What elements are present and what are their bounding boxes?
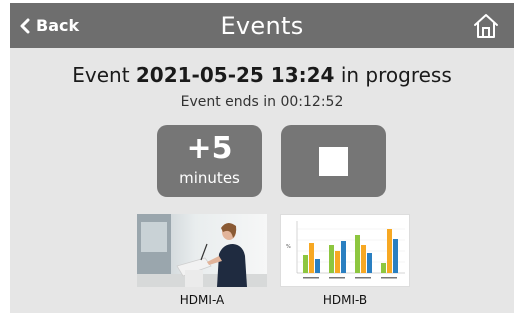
event-prefix: Event [72, 63, 130, 87]
page-title: Events [220, 11, 304, 40]
source-label-hdmi-b: HDMI-B [322, 293, 368, 307]
source-thumbnail-hdmi-a[interactable] [137, 214, 267, 287]
svg-text:%: % [286, 244, 291, 250]
extend-5-minutes-button[interactable]: +5 minutes [157, 125, 262, 197]
event-state: in progress [340, 63, 452, 87]
extend-value: +5 [186, 131, 233, 166]
home-icon [474, 14, 498, 38]
event-datetime: 2021-05-25 13:24 [135, 63, 335, 87]
home-button[interactable] [470, 10, 502, 42]
source-thumbnail-hdmi-b[interactable]: % [280, 214, 410, 287]
chart-slide-image: % [281, 215, 409, 286]
event-status: Event 2021-05-25 13:24 in progress [10, 63, 514, 87]
top-bar: Back Events [10, 3, 514, 48]
source-label-hdmi-a: HDMI-A [179, 293, 225, 307]
event-countdown: Event ends in 00:12:52 [180, 94, 344, 110]
stop-event-button[interactable] [281, 125, 386, 197]
stop-icon [319, 147, 348, 176]
extend-unit: minutes [179, 169, 240, 187]
presenter-image [137, 214, 267, 287]
events-screen: Back Events Event 2021-05-25 13:24 in pr… [10, 3, 514, 313]
